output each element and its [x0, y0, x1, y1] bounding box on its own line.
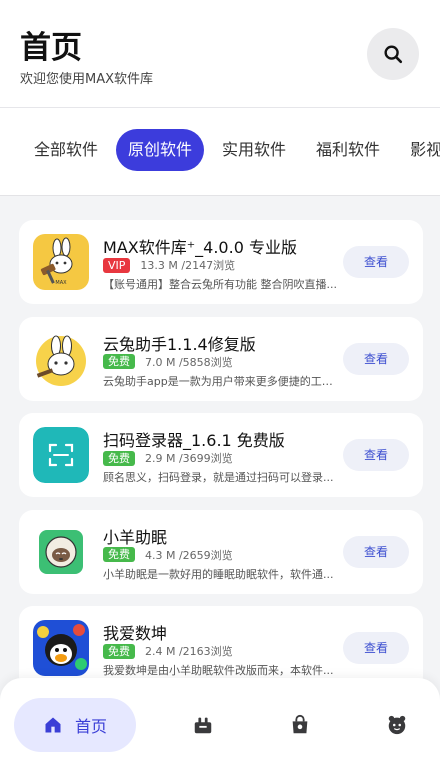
- free-badge: 免费: [103, 354, 135, 369]
- vip-badge: VIP: [103, 257, 131, 273]
- page-subtitle: 欢迎您使用MAX软件库: [20, 72, 154, 87]
- list-item[interactable]: MAX MAX软件库⁺_4.0.0 专业版 VIP 13.3 M /2147浏览…: [19, 220, 423, 304]
- app-description: 云兔助手app是一款为用户带来更多便捷的工具...: [103, 374, 343, 388]
- tab-utility-software[interactable]: 实用软件: [210, 129, 298, 171]
- free-badge: 免费: [103, 450, 135, 466]
- search-icon: [384, 45, 403, 64]
- free-badge: 免费: [103, 547, 135, 562]
- tab-video-music[interactable]: 影视音乐: [398, 129, 440, 171]
- tab-all-software[interactable]: 全部软件: [22, 129, 110, 171]
- app-description: 顾名思义，扫码登录，就是通过扫码可以登录...: [103, 471, 334, 484]
- app-name: 小羊助眠: [103, 527, 168, 547]
- nav-home-label: 首页: [74, 717, 107, 736]
- app-description: 我爱数坤是由小羊助眠软件改版而来，本软件...: [103, 664, 334, 677]
- tab-original-software[interactable]: 原创软件: [116, 129, 205, 171]
- nav-home-button[interactable]: 首页: [14, 698, 136, 752]
- svg-text:MAX: MAX: [55, 280, 67, 286]
- view-button[interactable]: 查看: [343, 342, 409, 375]
- app-size-views: 2.9 M /3699浏览: [145, 452, 233, 465]
- app-name: 扫码登录器_1.6.1 免费版: [103, 431, 285, 450]
- view-button[interactable]: 查看: [343, 439, 409, 471]
- home-icon: [45, 717, 61, 733]
- store-icon[interactable]: [192, 714, 214, 736]
- list-item[interactable]: 云兔助手1.1.4修复版 免费 7.0 M /5858浏览 云兔助手app是一款…: [19, 316, 423, 401]
- bottom-nav: 首页: [0, 678, 440, 770]
- app-name: 云兔助手1.1.4修复版: [103, 334, 256, 354]
- app-size-views: 7.0 M /5858浏览: [145, 355, 233, 369]
- profile-icon[interactable]: [386, 714, 408, 736]
- app-size-views: 2.4 M /2163浏览: [145, 645, 233, 658]
- header: 首页 欢迎您使用MAX软件库: [0, 0, 440, 108]
- scan-code-icon: [33, 427, 89, 483]
- list-item[interactable]: 扫码登录器_1.6.1 免费版 免费 2.9 M /3699浏览 顾名思义，扫码…: [19, 413, 423, 497]
- view-button[interactable]: 查看: [343, 535, 409, 568]
- search-button[interactable]: [367, 28, 419, 80]
- sheep-icon: [33, 523, 89, 580]
- bunny-avatar-icon: [33, 330, 89, 387]
- app-list: MAX MAX软件库⁺_4.0.0 专业版 VIP 13.3 M /2147浏览…: [19, 220, 423, 703]
- view-button[interactable]: 查看: [343, 632, 409, 664]
- bag-icon[interactable]: [289, 714, 311, 736]
- app-description: 【账号通用】整合云兔所有功能 整合阴吹直播...: [103, 278, 337, 291]
- app-size-views: 13.3 M /2147浏览: [140, 259, 236, 272]
- app-name: MAX软件库⁺_4.0.0 专业版: [103, 238, 297, 257]
- bunny-hammer-icon: MAX: [33, 234, 89, 290]
- chicken-avatar-icon: [33, 620, 89, 676]
- free-badge: 免费: [103, 643, 135, 659]
- tab-welfare-software[interactable]: 福利软件: [304, 129, 392, 171]
- app-description: 小羊助眠是一款好用的睡眠助眠软件，软件通...: [103, 567, 334, 581]
- list-item[interactable]: 小羊助眠 免费 4.3 M /2659浏览 小羊助眠是一款好用的睡眠助眠软件，软…: [19, 509, 423, 594]
- page-title: 首页: [20, 30, 82, 66]
- app-name: 我爱数坤: [103, 624, 168, 643]
- category-tabs: 全部软件 原创软件 实用软件 福利软件 影视音乐: [0, 108, 440, 196]
- app-size-views: 4.3 M /2659浏览: [145, 548, 233, 562]
- view-button[interactable]: 查看: [343, 246, 409, 278]
